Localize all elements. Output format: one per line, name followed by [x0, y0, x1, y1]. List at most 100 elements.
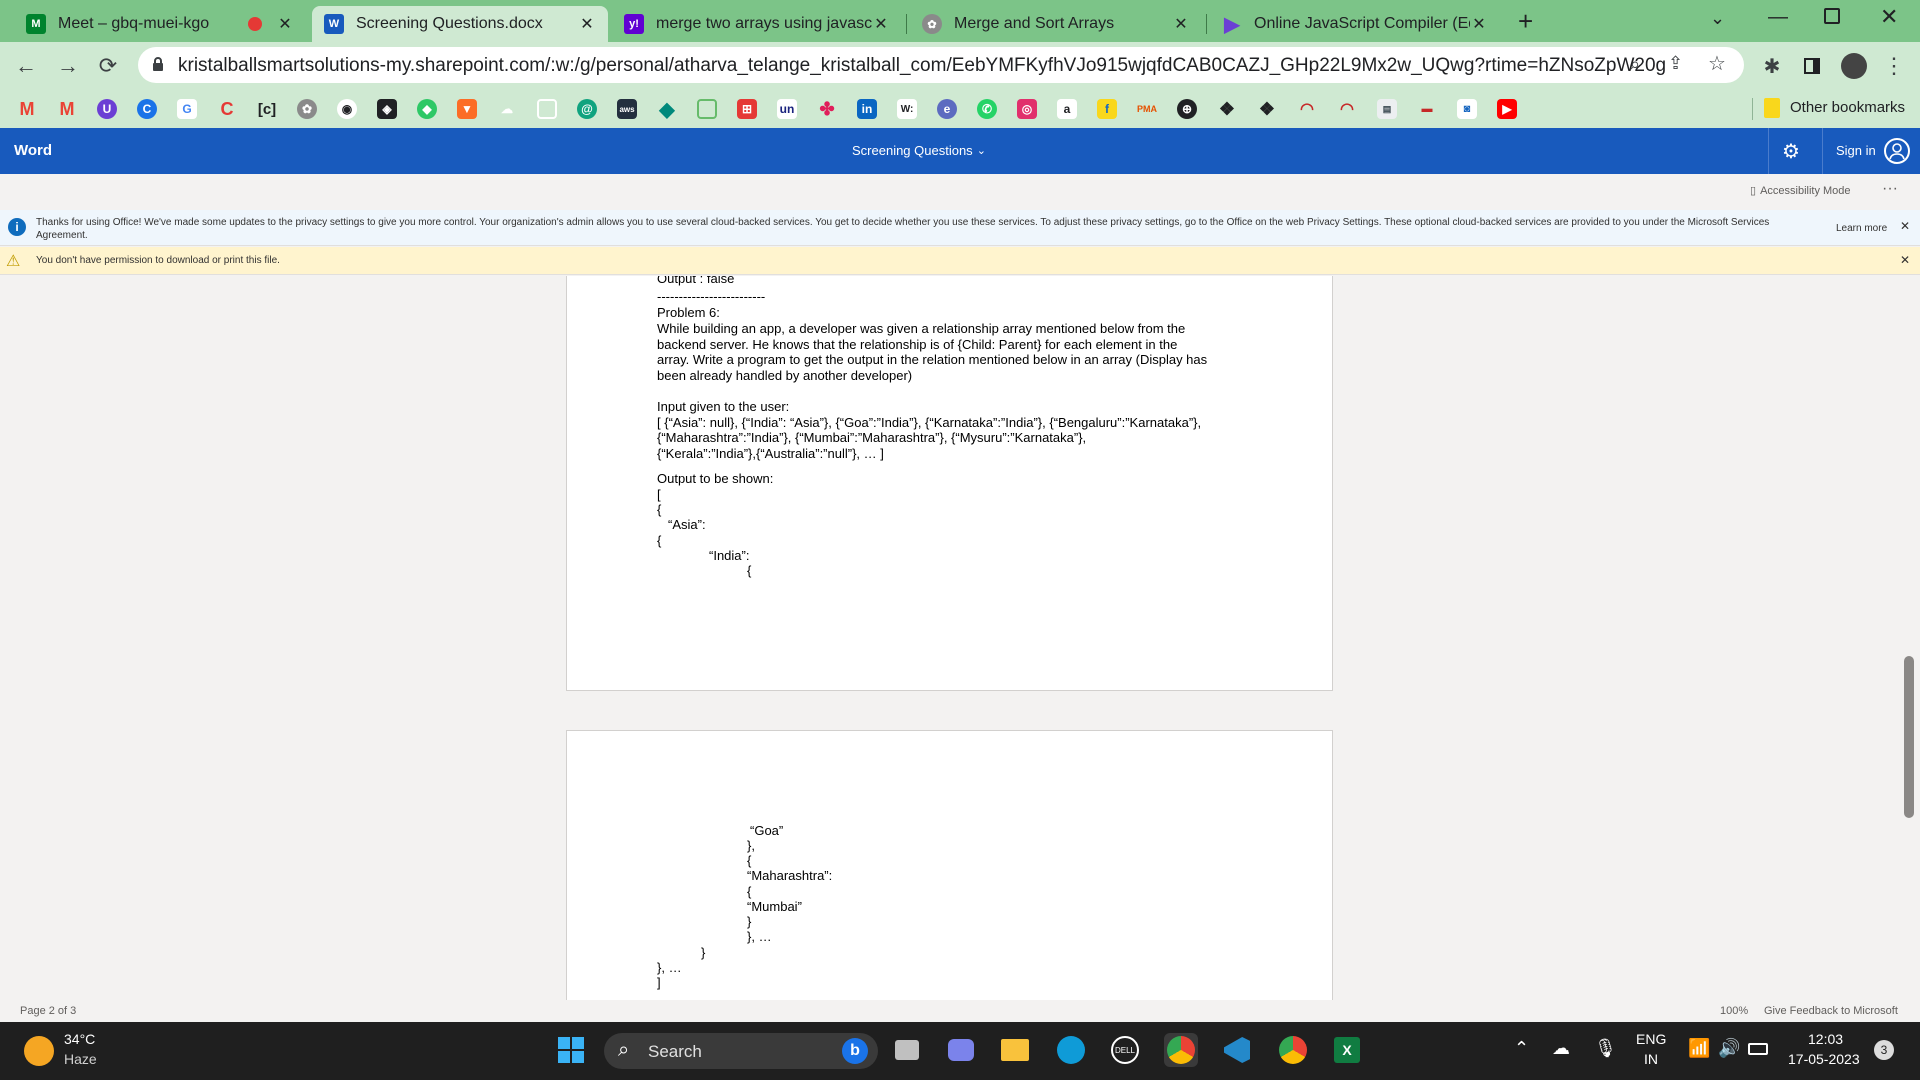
file-explorer-icon[interactable]	[998, 1033, 1032, 1067]
bookmark-star-icon[interactable]: ☆	[1708, 51, 1726, 76]
gmail-icon[interactable]: M	[17, 99, 37, 119]
accessibility-mode-button[interactable]: ▯ Accessibility Mode	[1750, 184, 1851, 198]
bookmark-u-icon[interactable]: U	[97, 99, 117, 119]
whatsapp-icon[interactable]: ✆	[977, 99, 997, 119]
tab-search-chevron-icon[interactable]: ⌄	[1710, 8, 1725, 29]
bookmark-pma-icon[interactable]: PMA	[1137, 99, 1157, 119]
gitlab-icon[interactable]: ▼	[457, 99, 477, 119]
slack-icon[interactable]: ✤	[817, 99, 837, 119]
close-icon[interactable]: ✕	[1470, 14, 1488, 34]
weather-condition[interactable]: Haze	[64, 1051, 97, 1067]
profile-avatar[interactable]	[1838, 50, 1870, 82]
gmail-icon[interactable]: M	[57, 99, 77, 119]
onedrive-cloud-icon[interactable]: ☁	[1552, 1038, 1570, 1059]
share-icon[interactable]: ⇪	[1668, 53, 1683, 74]
volume-icon[interactable]: 🔊	[1718, 1038, 1740, 1059]
microphone-icon[interactable]: 🎙	[1594, 1038, 1617, 1059]
language-line1[interactable]: ENG	[1636, 1031, 1666, 1047]
give-feedback-link[interactable]: Give Feedback to Microsoft	[1764, 1005, 1898, 1017]
bookmark-c-box-icon[interactable]: [c]	[257, 99, 277, 119]
back-button[interactable]: ←	[10, 50, 42, 82]
wifi-icon[interactable]: 📶	[1688, 1038, 1710, 1059]
bookmark-signal-icon[interactable]: ◠	[1337, 99, 1357, 119]
language-line2[interactable]: IN	[1644, 1051, 1658, 1067]
notification-badge[interactable]: 3	[1874, 1040, 1894, 1060]
linkedin-icon[interactable]: in	[857, 99, 877, 119]
bookmark-doc-icon[interactable]: ▤	[1377, 99, 1397, 119]
other-bookmarks[interactable]: Other bookmarks	[1790, 99, 1905, 116]
close-icon[interactable]: ✕	[1900, 253, 1910, 267]
bookmark-spiral-icon[interactable]: @	[577, 99, 597, 119]
bookmark-dark-icon[interactable]: ◈	[377, 99, 397, 119]
vertical-scrollbar-thumb[interactable]	[1904, 656, 1914, 818]
start-windows-icon[interactable]	[554, 1033, 588, 1067]
new-tab-button[interactable]: +	[1518, 6, 1533, 37]
bookmark-grid-icon[interactable]: ⊞	[737, 99, 757, 119]
bookmark-green-icon[interactable]: ◆	[417, 99, 437, 119]
bookmark-red-logo-icon[interactable]: ▬	[1417, 99, 1437, 119]
clock-time[interactable]: 12:03	[1808, 1031, 1843, 1047]
vscode-icon[interactable]	[1220, 1033, 1254, 1067]
account-icon[interactable]	[1884, 138, 1910, 164]
settings-gear-icon[interactable]: ⚙	[1782, 139, 1800, 164]
restore-button[interactable]	[1824, 8, 1840, 24]
close-icon[interactable]: ✕	[578, 14, 596, 34]
edge-icon[interactable]	[1054, 1033, 1088, 1067]
globe-icon[interactable]: ⊕	[1177, 99, 1197, 119]
github-icon[interactable]: ◉	[337, 99, 357, 119]
bookmark-blank-icon[interactable]	[537, 99, 557, 119]
minimize-button[interactable]: —	[1768, 6, 1788, 29]
reload-button[interactable]: ⟳	[92, 50, 124, 82]
google-icon[interactable]: G	[177, 99, 197, 119]
close-icon[interactable]: ✕	[1900, 219, 1910, 233]
tab-merge-sort-arrays[interactable]: ✿ Merge and Sort Arrays ✕	[910, 6, 1202, 42]
bookmark-stack-icon[interactable]: ❖	[1257, 99, 1277, 119]
chrome-menu-icon[interactable]: ⋮	[1878, 50, 1910, 82]
bookmark-signal-icon[interactable]: ◠	[1297, 99, 1317, 119]
app-name[interactable]: Word	[14, 142, 52, 159]
omnibox[interactable]: kristalballsmartsolutions-my.sharepoint.…	[138, 47, 1744, 83]
task-view-icon[interactable]	[890, 1033, 924, 1067]
chrome-profile-icon[interactable]	[1276, 1033, 1310, 1067]
close-icon[interactable]: ✕	[872, 14, 890, 34]
taskbar-search-box[interactable]: ⌕ Search b	[604, 1033, 878, 1069]
dell-icon[interactable]: DELL	[1108, 1033, 1142, 1067]
document-title[interactable]: Screening Questions ⌄	[852, 143, 986, 158]
show-hidden-icons-chevron[interactable]: ⌃	[1514, 1038, 1529, 1059]
amazon-icon[interactable]: a	[1057, 99, 1077, 119]
youtube-icon[interactable]: ▶	[1497, 99, 1517, 119]
bookmark-cloud-icon[interactable]: ☁	[497, 99, 517, 119]
bookmark-c-red-icon[interactable]: C	[217, 99, 237, 119]
bookmark-w-icon[interactable]: W:	[897, 99, 917, 119]
chatgpt-icon[interactable]: ✿	[297, 99, 317, 119]
excel-icon[interactable]: X	[1330, 1033, 1364, 1067]
bookmark-badge-icon[interactable]: ◙	[1457, 99, 1477, 119]
tab-screening-questions[interactable]: W Screening Questions.docx ✕	[312, 6, 608, 42]
more-options-icon[interactable]: ···	[1882, 180, 1898, 198]
bookmark-square-icon[interactable]	[697, 99, 717, 119]
aws-icon[interactable]: aws	[617, 99, 637, 119]
tab-meet[interactable]: M Meet – gbq-muei-kgo ✕	[14, 6, 306, 42]
tab-online-js-compiler[interactable]: ▶ Online JavaScript Compiler (Edito ✕	[1210, 6, 1500, 42]
teams-chat-icon[interactable]	[944, 1033, 978, 1067]
learn-more-link[interactable]: Learn more	[1836, 223, 1887, 234]
weather-temperature[interactable]: 34°C	[64, 1031, 95, 1047]
url-text[interactable]: kristalballsmartsolutions-my.sharepoint.…	[178, 55, 1666, 77]
bookmark-stack-icon[interactable]: ❖	[1217, 99, 1237, 119]
sign-in-link[interactable]: Sign in	[1836, 143, 1876, 158]
tab-merge-arrays-yahoo[interactable]: y! merge two arrays using javascrip ✕	[612, 6, 902, 42]
clock-date[interactable]: 17-05-2023	[1788, 1051, 1860, 1067]
bookmark-diamond-icon[interactable]: ◆	[657, 99, 677, 121]
extensions-icon[interactable]: ✱	[1756, 50, 1788, 82]
close-icon[interactable]: ✕	[1172, 14, 1190, 34]
chrome-icon[interactable]	[1164, 1033, 1198, 1067]
close-icon[interactable]: ✕	[276, 14, 294, 34]
close-window-button[interactable]: ✕	[1880, 4, 1898, 30]
zoom-level[interactable]: 100%	[1720, 1005, 1748, 1017]
flipkart-icon[interactable]: f	[1097, 99, 1117, 119]
bookmark-unstop-icon[interactable]: un	[777, 99, 797, 119]
side-panel-icon[interactable]	[1796, 50, 1828, 82]
bookmark-e-icon[interactable]: e	[937, 99, 957, 119]
battery-icon[interactable]	[1748, 1043, 1768, 1055]
forward-button[interactable]: →	[52, 50, 84, 82]
